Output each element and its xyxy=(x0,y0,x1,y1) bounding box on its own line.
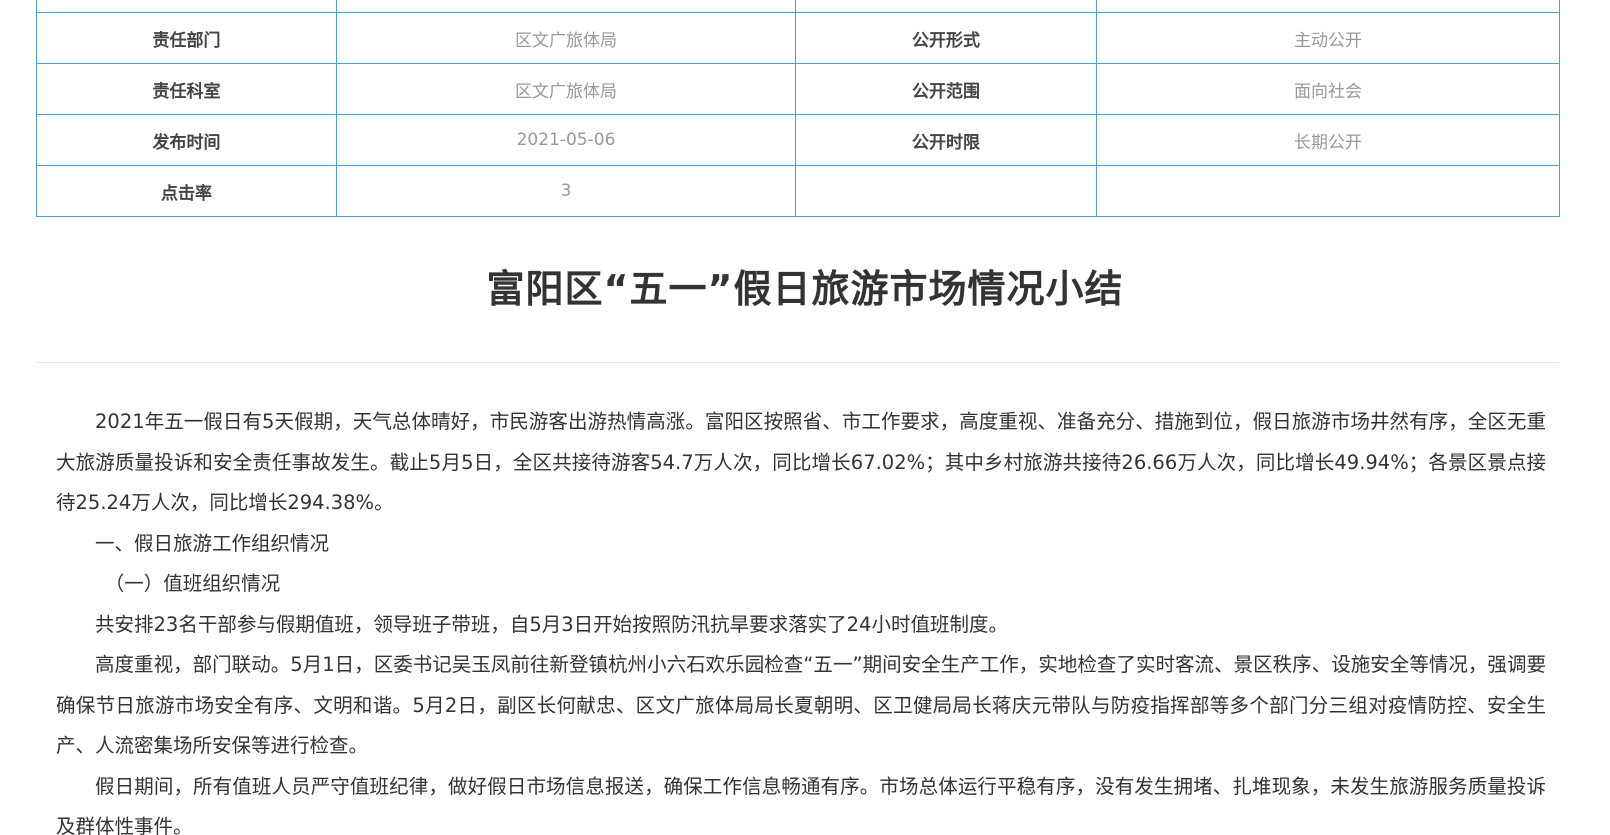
info-value xyxy=(336,0,796,13)
disclosure-scope-label: 公开范围 xyxy=(795,63,1097,115)
responsible-section-value: 区文广旅体局 xyxy=(336,63,796,115)
table-row xyxy=(36,0,1560,13)
info-label xyxy=(36,0,337,13)
section-heading: 一、假日旅游工作组织情况 xyxy=(95,531,330,555)
info-label xyxy=(795,0,1097,13)
page: 责任部门 区文广旅体局 公开形式 主动公开 责任科室 区文广旅体局 公开范围 面… xyxy=(0,0,1610,835)
table-row: 责任科室 区文广旅体局 公开范围 面向社会 xyxy=(36,63,1560,115)
disclosure-term-value: 长期公开 xyxy=(1096,114,1560,166)
paragraph: 共安排23名干部参与假期值班，领导班子带班，自5月3日开始按照防汛抗旱要求落实了… xyxy=(95,612,1008,636)
info-value xyxy=(1096,0,1560,13)
paragraph: 假日期间，所有值班人员严守值班纪律，做好假日市场信息报送，确保工作信息畅通有序。… xyxy=(56,774,1546,835)
article-body: 2021年五一假日有5天假期，天气总体晴好，市民游客出游热情高涨。富阳区按照省、… xyxy=(56,402,1546,835)
publish-date-value: 2021-05-06 xyxy=(336,114,796,166)
click-rate-value: 3 xyxy=(336,165,796,217)
disclosure-term-label: 公开时限 xyxy=(795,114,1097,166)
subsection-heading: （一）值班组织情况 xyxy=(104,572,281,595)
disclosure-form-label: 公开形式 xyxy=(795,12,1097,64)
disclosure-scope-value: 面向社会 xyxy=(1096,63,1560,115)
responsible-department-label: 责任部门 xyxy=(36,12,337,64)
info-value xyxy=(1096,165,1560,217)
article-title: 富阳区“五一”假日旅游市场情况小结 xyxy=(486,267,1124,311)
click-rate-label: 点击率 xyxy=(36,165,337,217)
info-label xyxy=(795,165,1097,217)
publish-date-label: 发布时间 xyxy=(36,114,337,166)
table-row: 点击率 3 xyxy=(36,165,1560,217)
table-row: 责任部门 区文广旅体局 公开形式 主动公开 xyxy=(36,12,1560,64)
title-divider xyxy=(36,362,1559,363)
paragraph: 高度重视，部门联动。5月1日，区委书记吴玉凤前往新登镇杭州小六石欢乐园检查“五一… xyxy=(56,653,1546,757)
responsible-section-label: 责任科室 xyxy=(36,63,337,115)
info-table: 责任部门 区文广旅体局 公开形式 主动公开 责任科室 区文广旅体局 公开范围 面… xyxy=(36,0,1560,217)
paragraph: 2021年五一假日有5天假期，天气总体晴好，市民游客出游热情高涨。富阳区按照省、… xyxy=(56,410,1546,514)
table-row: 发布时间 2021-05-06 公开时限 长期公开 xyxy=(36,114,1560,166)
responsible-department-value: 区文广旅体局 xyxy=(336,12,796,64)
disclosure-form-value: 主动公开 xyxy=(1096,12,1560,64)
